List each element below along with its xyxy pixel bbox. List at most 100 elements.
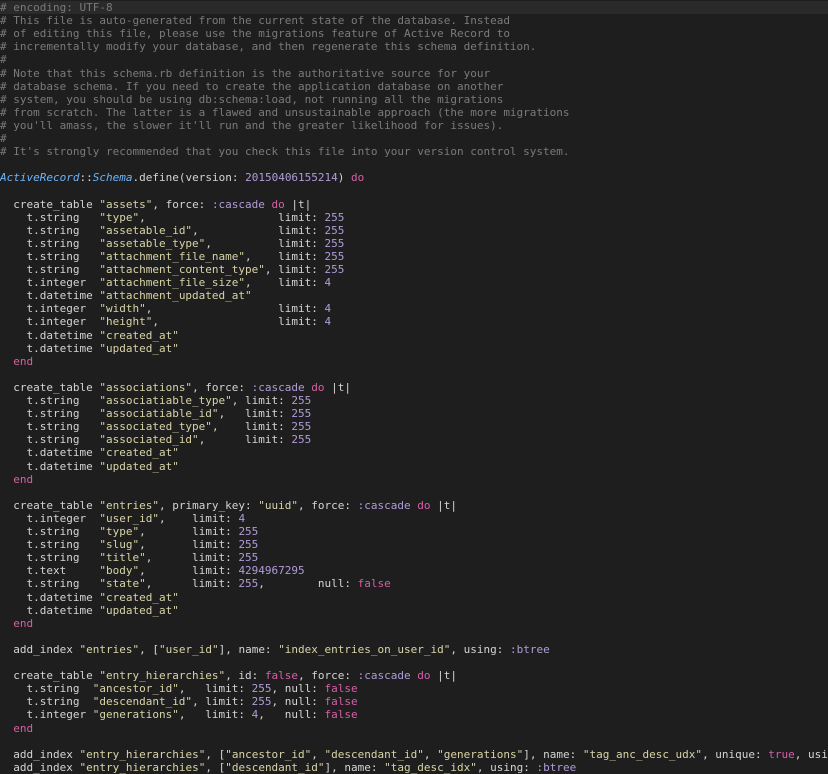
code-line[interactable]: # This file is auto-generated from the c… bbox=[0, 14, 828, 27]
code-token: 4 bbox=[238, 511, 246, 525]
code-line[interactable]: # Note that this schema.rb definition is… bbox=[0, 67, 828, 80]
code-token: create_table bbox=[0, 498, 100, 512]
code-token: , [ bbox=[205, 760, 226, 774]
code-line[interactable]: # system, you should be using db:schema:… bbox=[0, 93, 828, 106]
code-line[interactable] bbox=[0, 158, 828, 171]
code-line[interactable]: # of editing this file, please use the m… bbox=[0, 27, 828, 40]
code-token: , force: bbox=[192, 380, 252, 394]
code-line[interactable]: t.string "type", limit: 255 bbox=[0, 525, 828, 538]
code-token: , limit: bbox=[231, 394, 292, 407]
code-line[interactable]: t.string "associated_id", limit: 255 bbox=[0, 433, 828, 446]
code-token: end bbox=[13, 472, 34, 486]
code-line[interactable]: t.datetime "updated_at" bbox=[0, 460, 828, 473]
code-line[interactable]: ActiveRecord::Schema.define(version: 201… bbox=[0, 171, 828, 184]
code-token: false bbox=[264, 669, 299, 683]
code-token: # It's strongly recommended that you che… bbox=[0, 145, 570, 159]
code-token: "entries" bbox=[79, 642, 140, 656]
code-line[interactable]: # encoding: UTF-8 bbox=[0, 1, 828, 14]
code-line[interactable]: create_table "entries", primary_key: "uu… bbox=[0, 499, 828, 512]
code-token: "generations" bbox=[92, 708, 179, 722]
code-token: t.datetime bbox=[0, 603, 100, 617]
code-token: , limit: bbox=[264, 263, 325, 276]
code-token: end bbox=[13, 616, 34, 630]
code-line[interactable]: t.string "ancestor_id", limit: 255, null… bbox=[0, 682, 828, 695]
code-line[interactable]: create_table "entry_hierarchies", id: fa… bbox=[0, 669, 828, 682]
code-line[interactable]: t.string "title", limit: 255 bbox=[0, 551, 828, 564]
code-token: t.text bbox=[0, 564, 100, 578]
code-line[interactable]: end bbox=[0, 473, 828, 486]
code-line[interactable]: add_index "entries", ["user_id"], name: … bbox=[0, 643, 828, 656]
code-line[interactable]: t.text "body", limit: 4294967295 bbox=[0, 564, 828, 577]
code-token: # incrementally modify your database, an… bbox=[0, 40, 537, 54]
code-line[interactable]: end bbox=[0, 355, 828, 368]
code-line[interactable]: t.string "descendant_id", limit: 255, nu… bbox=[0, 695, 828, 708]
code-token: "descendant_id" bbox=[324, 747, 424, 761]
code-token: "index_entries_on_user_id" bbox=[278, 642, 451, 656]
code-line[interactable]: t.string "attachment_content_type", limi… bbox=[0, 263, 828, 276]
code-line[interactable]: t.integer "generations", limit: 4, null:… bbox=[0, 708, 828, 721]
code-token: t.string bbox=[0, 249, 100, 263]
code-line[interactable]: t.integer "user_id", limit: 4 bbox=[0, 512, 828, 525]
code-token: "updated_at" bbox=[99, 341, 179, 355]
code-token: "type" bbox=[99, 210, 140, 224]
code-token: , unique: bbox=[702, 747, 769, 761]
code-line[interactable]: t.datetime "updated_at" bbox=[0, 342, 828, 355]
code-token: "updated_at" bbox=[99, 603, 179, 617]
code-line[interactable]: t.string "type", limit: 255 bbox=[0, 211, 828, 224]
code-line[interactable]: t.datetime "created_at" bbox=[0, 446, 828, 459]
code-token: "entry_hierarchies" bbox=[79, 760, 206, 774]
code-line[interactable]: create_table "associations", force: :cas… bbox=[0, 381, 828, 394]
code-line[interactable]: add_index "entry_hierarchies", ["ancesto… bbox=[0, 748, 828, 761]
code-line[interactable]: end bbox=[0, 617, 828, 630]
code-line[interactable]: end bbox=[0, 722, 828, 735]
code-editor[interactable]: # encoding: UTF-8 # This file is auto-gen… bbox=[0, 0, 828, 774]
code-token: :cascade bbox=[357, 669, 411, 683]
code-line[interactable]: create_table "assets", force: :cascade d… bbox=[0, 198, 828, 211]
code-token: "user_id" bbox=[158, 642, 219, 656]
code-line[interactable]: add_index "entry_hierarchies", ["descend… bbox=[0, 761, 828, 774]
code-token: "descendant_id" bbox=[92, 695, 193, 709]
code-line[interactable]: # It's strongly recommended that you che… bbox=[0, 145, 828, 158]
code-line[interactable]: t.string "attachment_file_name", limit: … bbox=[0, 250, 828, 263]
code-line[interactable] bbox=[0, 735, 828, 748]
code-token: false bbox=[324, 708, 358, 722]
code-token: :btree bbox=[536, 760, 577, 774]
code-line[interactable]: # bbox=[0, 132, 828, 145]
code-line[interactable]: t.string "assetable_type", limit: 255 bbox=[0, 237, 828, 250]
code-line[interactable]: t.string "state", limit: 255, null: fals… bbox=[0, 577, 828, 590]
code-line[interactable]: t.datetime "created_at" bbox=[0, 329, 828, 342]
code-line[interactable]: t.string "slug", limit: 255 bbox=[0, 538, 828, 551]
code-line[interactable] bbox=[0, 630, 828, 643]
code-token: 255 bbox=[291, 407, 312, 421]
code-line[interactable]: # database schema. If you need to create… bbox=[0, 80, 828, 93]
code-line[interactable]: # you'll amass, the slower it'll run and… bbox=[0, 119, 828, 132]
code-line[interactable]: t.integer "width", limit: 4 bbox=[0, 302, 828, 315]
code-line[interactable]: t.string "associated_type", limit: 255 bbox=[0, 420, 828, 433]
code-token: "title" bbox=[99, 551, 146, 565]
code-line[interactable]: t.string "associatiable_type", limit: 25… bbox=[0, 394, 828, 407]
code-line[interactable]: t.string "assetable_id", limit: 255 bbox=[0, 224, 828, 237]
code-token: 255 bbox=[324, 223, 345, 237]
code-line[interactable] bbox=[0, 656, 828, 669]
code-line[interactable] bbox=[0, 368, 828, 381]
code-token: , limit: bbox=[139, 525, 239, 538]
code-line[interactable]: t.datetime "updated_at" bbox=[0, 604, 828, 617]
code-line[interactable]: t.integer "height", limit: 4 bbox=[0, 315, 828, 328]
code-line[interactable]: t.datetime "created_at" bbox=[0, 591, 828, 604]
code-line[interactable]: # from scratch. The latter is a flawed a… bbox=[0, 106, 828, 119]
code-token: "associations" bbox=[99, 380, 193, 394]
code-token: t.string bbox=[0, 394, 100, 407]
code-token: "entry_hierarchies" bbox=[79, 747, 206, 761]
code-line[interactable] bbox=[0, 486, 828, 499]
code-token: "attachment_content_type" bbox=[99, 263, 265, 276]
code-line[interactable]: # incrementally modify your database, an… bbox=[0, 40, 828, 53]
code-line[interactable] bbox=[0, 184, 828, 197]
code-token: , force: bbox=[152, 197, 212, 211]
code-line[interactable]: t.integer "attachment_file_size", limit:… bbox=[0, 276, 828, 289]
code-token: "assetable_id" bbox=[99, 223, 193, 237]
code-line[interactable]: t.string "associatiable_id", limit: 255 bbox=[0, 407, 828, 420]
code-line[interactable]: # bbox=[0, 53, 828, 66]
code-token: , limit: bbox=[192, 695, 252, 709]
code-line[interactable]: t.datetime "attachment_updated_at" bbox=[0, 289, 828, 302]
